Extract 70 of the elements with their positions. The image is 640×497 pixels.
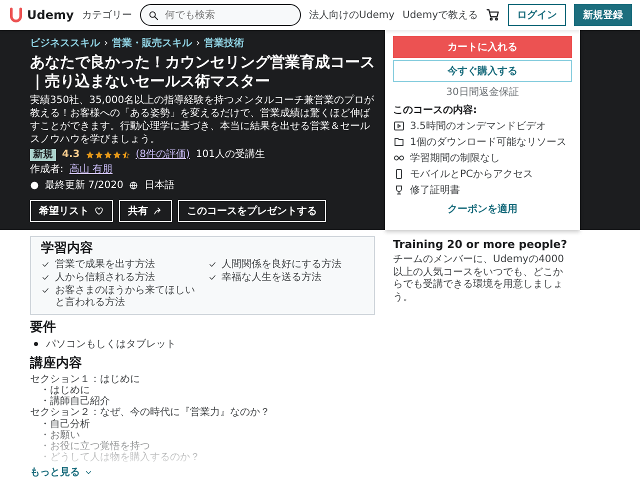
curriculum-lecture: ・どうして人は物を購入するのか？	[39, 452, 201, 464]
rating-count-link[interactable]: (8件の評価)	[136, 148, 190, 161]
language: 日本語	[144, 180, 174, 192]
course-title: あなたで良かった！カウンセリング営業育成コース｜売り込まないセールス術マスター	[30, 53, 375, 90]
includes-item: モバイルとPCからアクセス	[410, 168, 534, 181]
file-icon	[393, 136, 405, 148]
curriculum-lecture: ・自己分析	[39, 418, 91, 430]
includes-item: 学習期間の制限なし	[410, 152, 500, 165]
star-icon	[112, 150, 121, 159]
hero-button[interactable]: このコースをプレゼントする	[178, 200, 326, 222]
training-title: Training 20 or more people?	[393, 238, 568, 251]
curriculum-lecture: ・お役に立つ覚悟を持つ	[39, 440, 150, 452]
curriculum-lecture: ・講師自己紹介	[39, 396, 111, 408]
breadcrumb-separator: ›	[196, 38, 200, 48]
includes-item: 修了証明書	[410, 184, 460, 197]
share-arrow-icon	[153, 206, 163, 216]
author-label: 作成者:	[30, 164, 64, 176]
guarantee-text: 30日間返金保証	[445, 86, 520, 99]
students-count: 101人の受講生	[196, 148, 265, 161]
hero-button[interactable]: 共有	[119, 200, 172, 222]
buy-now-button[interactable]: 今すぐ購入する	[393, 60, 572, 82]
course-description: 実績350社、35,000名以上の指導経験を持つメンタルコーチ兼営業のプロが教える！お客様への「ある姿勢」を変えるだけで、営業成績は驚くほど伸ばすことができます。行動心理学に基づき、本当に結果を出せる営業＆セールスノウハウを学びましょう。	[30, 94, 375, 146]
show-more-link[interactable]: もっと見る	[30, 465, 93, 480]
curriculum-lecture: ・はじめに	[39, 384, 91, 396]
learning-item: 人間関係を良好にする方法	[222, 258, 342, 271]
add-to-cart-button[interactable]: カートに入れる	[393, 36, 572, 58]
learning-item: 幸福な人生を送る方法	[222, 272, 322, 284]
section-title: 要件	[30, 320, 57, 336]
breadcrumb-separator: ›	[104, 38, 108, 48]
coupon-link[interactable]: クーポンを適用	[448, 202, 518, 216]
logo-text[interactable]: Udemy	[27, 8, 74, 22]
last-updated: 最終更新 7/2020	[45, 180, 124, 192]
signup-button[interactable]: 新規登録	[574, 4, 632, 26]
curriculum-section: セクション１：はじめに	[30, 374, 375, 385]
includes-title: このコースの内容:	[393, 103, 478, 117]
requirement-item: パソコンもしくはタブレット	[46, 338, 176, 352]
trophy-icon	[393, 184, 405, 196]
cart-icon	[486, 8, 500, 22]
star-icon	[94, 150, 103, 159]
categories-link[interactable]: カテゴリー	[82, 8, 132, 22]
breadcrumb-link[interactable]: ビジネススキル	[30, 36, 100, 50]
login-button[interactable]: ログイン	[508, 4, 566, 26]
curriculum-section: セクション２：なぜ、今の時代に『営業力』なのか？	[30, 407, 375, 419]
author-link[interactable]: 高山 有朋	[69, 164, 113, 176]
training-text: チームのメンバーに、Udemyの4000以上の人気コースをいつでも、どこからでも受講できる環境を用意しましょう。	[393, 254, 565, 304]
video-icon	[393, 120, 405, 132]
hero-button[interactable]: 希望リスト	[30, 200, 113, 222]
bullet-icon	[34, 342, 38, 346]
star-icon	[86, 150, 94, 159]
learning-item: 人から信頼される方法	[55, 272, 155, 284]
globe-icon	[129, 181, 138, 190]
search-field[interactable]: 何でも検索	[140, 4, 302, 26]
section-title: 講座内容	[30, 356, 83, 372]
includes-item: 1個のダウンロード可能なリソース	[410, 136, 566, 149]
rating-value: 4.3	[62, 148, 80, 161]
heart-icon	[94, 206, 104, 216]
star-icon	[122, 150, 130, 159]
includes-item: 3.5時間のオンデマンドビデオ	[410, 120, 546, 133]
learning-item: お客さまのほうから来てほしいと言われる方法	[55, 284, 196, 309]
curriculum-lecture: ・お願い	[39, 430, 80, 441]
header-link[interactable]: Udemyで教える	[402, 8, 478, 22]
new-badge: 新規	[30, 148, 56, 161]
breadcrumb-link[interactable]: 営業技術	[204, 36, 244, 50]
udemy-logo-icon	[8, 7, 24, 23]
header-link[interactable]: 法人向けのUdemy	[309, 8, 395, 22]
mobile-phone-icon	[393, 168, 405, 180]
learning-item: 営業で成果を出す方法	[55, 258, 155, 271]
section-title: 学習内容	[41, 241, 94, 257]
star-icon	[104, 150, 112, 159]
breadcrumb-link[interactable]: 営業・販売スキル	[112, 36, 192, 50]
